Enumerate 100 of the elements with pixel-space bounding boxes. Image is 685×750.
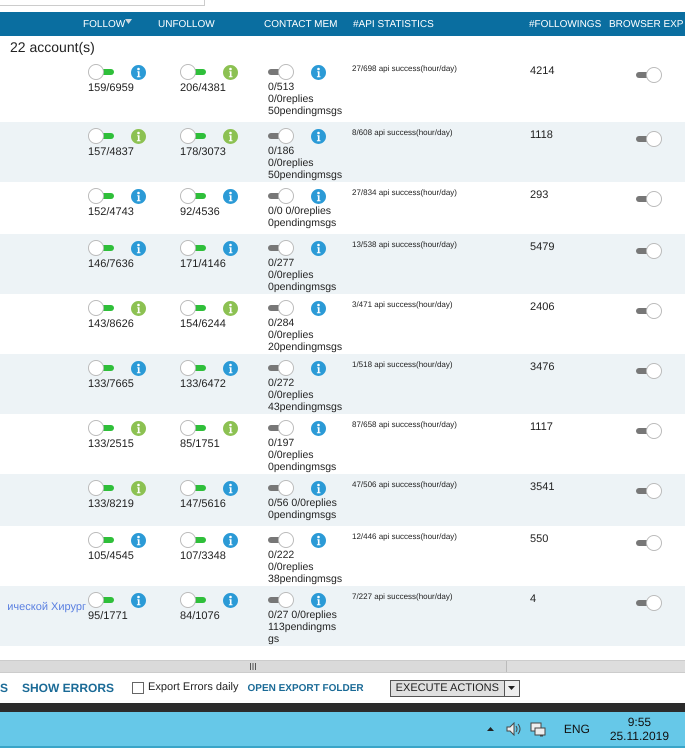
contact-text: 0/0replies [268, 157, 315, 169]
open-folder-link[interactable]: OPEN EXPORT FOLDER [248, 680, 364, 696]
show-hidden-icons-icon[interactable] [486, 727, 494, 731]
info-icon[interactable] [311, 240, 326, 256]
toggle-switch[interactable] [636, 423, 662, 439]
count-text: 171/4146 [180, 257, 227, 271]
toggle-switch[interactable] [88, 592, 114, 608]
toggle-switch[interactable] [636, 191, 662, 207]
toggle-switch[interactable] [88, 240, 114, 256]
column-header[interactable]: UNFOLLOW [158, 16, 215, 32]
toggle-switch[interactable] [180, 532, 206, 548]
info-icon[interactable] [311, 300, 326, 316]
toggle-switch[interactable] [636, 67, 662, 83]
info-icon[interactable] [223, 532, 238, 548]
column-header[interactable]: #FOLLOWINGS [529, 16, 602, 32]
toggle-switch[interactable] [180, 592, 206, 608]
toggle-switch[interactable] [88, 188, 114, 204]
toggle-switch[interactable] [268, 240, 294, 256]
info-icon[interactable] [223, 128, 238, 144]
info-icon[interactable] [131, 420, 146, 436]
network-icon[interactable] [530, 722, 546, 736]
info-icon[interactable] [223, 360, 238, 376]
toggle-switch[interactable] [636, 303, 662, 319]
info-icon[interactable] [223, 592, 238, 608]
info-icon[interactable] [131, 64, 146, 80]
count-text: 157/4837 [88, 145, 135, 159]
info-icon[interactable] [311, 420, 326, 436]
info-icon[interactable] [131, 188, 146, 204]
toggle-switch[interactable] [180, 188, 206, 204]
toggle-switch[interactable] [180, 64, 206, 80]
sort-arrow-icon [125, 18, 132, 24]
info-icon[interactable] [223, 240, 238, 256]
export-daily-checkbox[interactable] [132, 682, 144, 694]
info-icon[interactable] [223, 420, 238, 436]
toggle-switch[interactable] [268, 300, 294, 316]
info-icon[interactable] [223, 64, 238, 80]
info-icon[interactable] [131, 532, 146, 548]
execute-actions-button[interactable]: EXECUTE ACTIONS [390, 680, 505, 696]
toggle-switch[interactable] [88, 420, 114, 436]
info-icon[interactable] [311, 480, 326, 496]
contact-text: 0/186 [268, 145, 296, 157]
toggle-switch[interactable] [636, 131, 662, 147]
toggle-switch[interactable] [268, 420, 294, 436]
toggle-switch[interactable] [268, 480, 294, 496]
info-icon[interactable] [223, 480, 238, 496]
show-errors-link[interactable]: SHOW ERRORS [22, 679, 114, 697]
column-header[interactable]: BROWSER EXP [609, 16, 684, 32]
toggle-switch[interactable] [268, 360, 294, 376]
toggle-switch[interactable] [180, 128, 206, 144]
toggle-switch[interactable] [180, 240, 206, 256]
toggle-switch[interactable] [636, 243, 662, 259]
toggle-switch[interactable] [268, 128, 294, 144]
column-header[interactable]: FOLLOW [83, 16, 132, 32]
followings-count: 2406 [530, 300, 556, 315]
info-icon[interactable] [131, 360, 146, 376]
toggle-switch[interactable] [636, 363, 662, 379]
info-icon[interactable] [131, 592, 146, 608]
clock-time[interactable]: 9:55 [628, 715, 652, 729]
info-icon[interactable] [311, 188, 326, 204]
info-icon[interactable] [223, 188, 238, 204]
toggle-switch[interactable] [88, 128, 114, 144]
toggle-switch[interactable] [268, 188, 294, 204]
toggle-switch[interactable] [180, 480, 206, 496]
toggle-switch[interactable] [636, 595, 662, 611]
contact-text: 0pendingmsgs [268, 281, 338, 293]
toggle-switch[interactable] [268, 592, 294, 608]
column-header[interactable]: CONTACT MEM [264, 16, 338, 32]
count-text: 159/6959 [88, 81, 135, 95]
column-header[interactable]: #API STATISTICS [353, 16, 434, 32]
info-icon[interactable] [131, 240, 146, 256]
speaker-icon[interactable] [506, 722, 522, 736]
contact-text: 0/222 [268, 549, 296, 561]
toggle-switch[interactable] [180, 420, 206, 436]
dropdown-button[interactable] [504, 680, 519, 696]
info-icon[interactable] [311, 592, 326, 608]
link[interactable]: S [0, 679, 8, 697]
toggle-switch[interactable] [88, 360, 114, 376]
toggle-switch[interactable] [268, 64, 294, 80]
info-icon[interactable] [311, 360, 326, 376]
account-name[interactable]: ической Хирург [7, 591, 86, 646]
contact-text: 0/0replies [268, 329, 315, 341]
clock-date[interactable]: 25.11.2019 [610, 729, 669, 743]
toggle-switch[interactable] [180, 360, 206, 376]
info-icon[interactable] [223, 300, 238, 316]
toggle-switch[interactable] [636, 535, 662, 551]
toggle-switch[interactable] [88, 480, 114, 496]
info-icon[interactable] [131, 300, 146, 316]
toggle-switch[interactable] [180, 300, 206, 316]
info-icon[interactable] [311, 64, 326, 80]
toggle-switch[interactable] [88, 64, 114, 80]
toggle-switch[interactable] [636, 483, 662, 499]
info-icon[interactable] [131, 480, 146, 496]
info-icon[interactable] [311, 532, 326, 548]
toggle-switch[interactable] [88, 532, 114, 548]
info-icon[interactable] [131, 128, 146, 144]
toggle-switch[interactable] [88, 300, 114, 316]
language-indicator[interactable]: ENG [564, 720, 590, 738]
toggle-switch[interactable] [268, 532, 294, 548]
info-icon[interactable] [311, 128, 326, 144]
contact-text: 0/0replies [268, 93, 315, 105]
